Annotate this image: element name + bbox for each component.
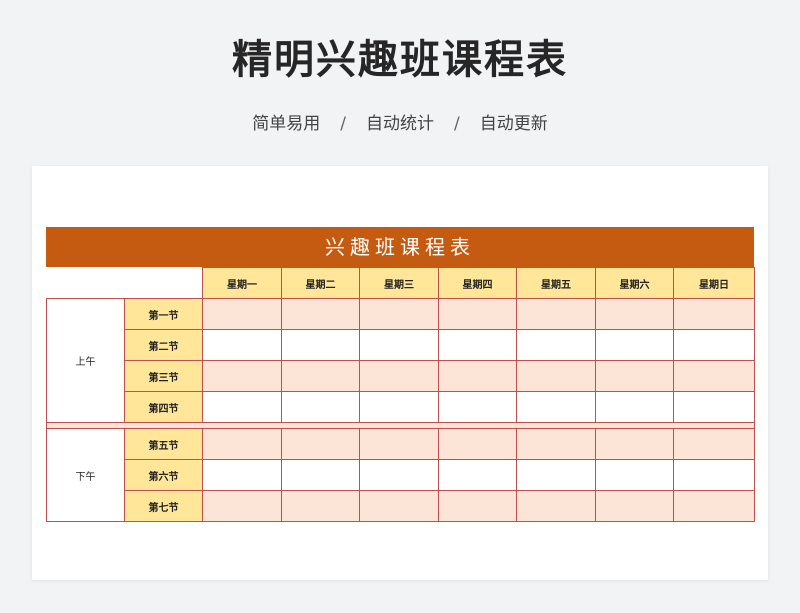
- tag-easy: 简单易用: [252, 114, 321, 134]
- schedule-cell[interactable]: [359, 428, 439, 460]
- schedule-cell[interactable]: [202, 298, 282, 330]
- schedule-banner: 兴趣班课程表: [46, 227, 754, 267]
- period-label: 第二节: [124, 329, 203, 361]
- period-row: 第四节: [47, 391, 755, 423]
- schedule-cell[interactable]: [595, 391, 674, 423]
- schedule-cell[interactable]: [359, 459, 439, 491]
- feature-tags: 简单易用 / 自动统计 / 自动更新: [0, 112, 800, 136]
- schedule-sheet: 兴趣班课程表 星期一 星期二 星期三 星期四 星期五 星期六 星期日 上午 第一节…: [46, 227, 755, 522]
- schedule-cell[interactable]: [202, 391, 282, 423]
- schedule-cell[interactable]: [202, 329, 282, 361]
- day-header: 星期二: [281, 267, 360, 299]
- schedule-cell[interactable]: [516, 360, 596, 392]
- day-header: 星期四: [438, 267, 517, 299]
- schedule-cell[interactable]: [516, 298, 596, 330]
- schedule-cell[interactable]: [595, 329, 674, 361]
- schedule-cell[interactable]: [281, 360, 360, 392]
- schedule-cell[interactable]: [438, 490, 517, 522]
- period-label: 第四节: [124, 391, 203, 423]
- schedule-cell[interactable]: [438, 459, 517, 491]
- corner-cell: [46, 267, 203, 299]
- schedule-cell[interactable]: [281, 459, 360, 491]
- day-header: 星期日: [673, 267, 755, 299]
- preview-card: 兴趣班课程表 星期一 星期二 星期三 星期四 星期五 星期六 星期日 上午 第一节…: [32, 166, 768, 580]
- schedule-table: 星期一 星期二 星期三 星期四 星期五 星期六 星期日 上午 第一节 第二节 第三节第…: [46, 267, 755, 522]
- schedule-cell[interactable]: [673, 298, 755, 330]
- day-header: 星期一: [202, 267, 282, 299]
- schedule-cell[interactable]: [516, 459, 596, 491]
- schedule-cell[interactable]: [281, 391, 360, 423]
- schedule-cell[interactable]: [673, 428, 755, 460]
- schedule-cell[interactable]: [438, 391, 517, 423]
- schedule-cell[interactable]: [673, 391, 755, 423]
- schedule-cell[interactable]: [359, 329, 439, 361]
- schedule-cell[interactable]: [516, 329, 596, 361]
- schedule-cell[interactable]: [516, 490, 596, 522]
- schedule-cell[interactable]: [438, 360, 517, 392]
- period-label: 第五节: [124, 428, 203, 460]
- schedule-cell[interactable]: [202, 490, 282, 522]
- period-label: 第六节: [124, 459, 203, 491]
- period-row: 第二节: [47, 329, 755, 361]
- period-row: 下午 第五节: [46, 428, 755, 522]
- period-row: 第六节: [47, 459, 755, 491]
- period-label: 第七节: [124, 490, 203, 522]
- period-row: 第三节: [47, 360, 755, 392]
- schedule-cell[interactable]: [202, 428, 282, 460]
- schedule-cell[interactable]: [438, 329, 517, 361]
- schedule-cell[interactable]: [673, 360, 755, 392]
- day-header-row: 星期一 星期二 星期三 星期四 星期五 星期六 星期日: [46, 267, 755, 299]
- schedule-cell[interactable]: [516, 391, 596, 423]
- schedule-cell[interactable]: [202, 459, 282, 491]
- schedule-cell[interactable]: [595, 459, 674, 491]
- schedule-cell[interactable]: [281, 490, 360, 522]
- schedule-cell[interactable]: [359, 490, 439, 522]
- schedule-cell[interactable]: [438, 428, 517, 460]
- tag-auto-update: 自动更新: [479, 114, 548, 134]
- schedule-cell[interactable]: [359, 298, 439, 330]
- schedule-cell[interactable]: [673, 490, 755, 522]
- morning-block-label: 上午: [46, 298, 125, 423]
- schedule-cell[interactable]: [281, 428, 360, 460]
- tag-auto-stats: 自动统计: [366, 114, 434, 134]
- period-row: 第七节: [47, 490, 755, 522]
- schedule-cell[interactable]: [673, 329, 755, 361]
- schedule-cell[interactable]: [595, 490, 674, 522]
- period-label: 第一节: [124, 298, 203, 330]
- schedule-cell[interactable]: [595, 360, 674, 392]
- day-header: 星期三: [359, 267, 439, 299]
- schedule-cell[interactable]: [516, 428, 596, 460]
- day-header: 星期五: [516, 267, 596, 299]
- schedule-cell[interactable]: [673, 459, 755, 491]
- schedule-cell[interactable]: [595, 298, 674, 330]
- period-row: 上午 第一节: [46, 298, 755, 423]
- schedule-cell[interactable]: [595, 428, 674, 460]
- schedule-cell[interactable]: [281, 329, 360, 361]
- period-label: 第三节: [124, 360, 203, 392]
- day-header: 星期六: [595, 267, 674, 299]
- schedule-cell[interactable]: [202, 360, 282, 392]
- schedule-cell[interactable]: [438, 298, 517, 330]
- tag-separator: /: [454, 114, 460, 134]
- schedule-cell[interactable]: [359, 360, 439, 392]
- schedule-cell[interactable]: [281, 298, 360, 330]
- afternoon-block-label: 下午: [46, 428, 125, 522]
- page-title: 精明兴趣班课程表: [232, 37, 568, 83]
- schedule-cell[interactable]: [359, 391, 439, 423]
- tag-separator: /: [340, 114, 346, 134]
